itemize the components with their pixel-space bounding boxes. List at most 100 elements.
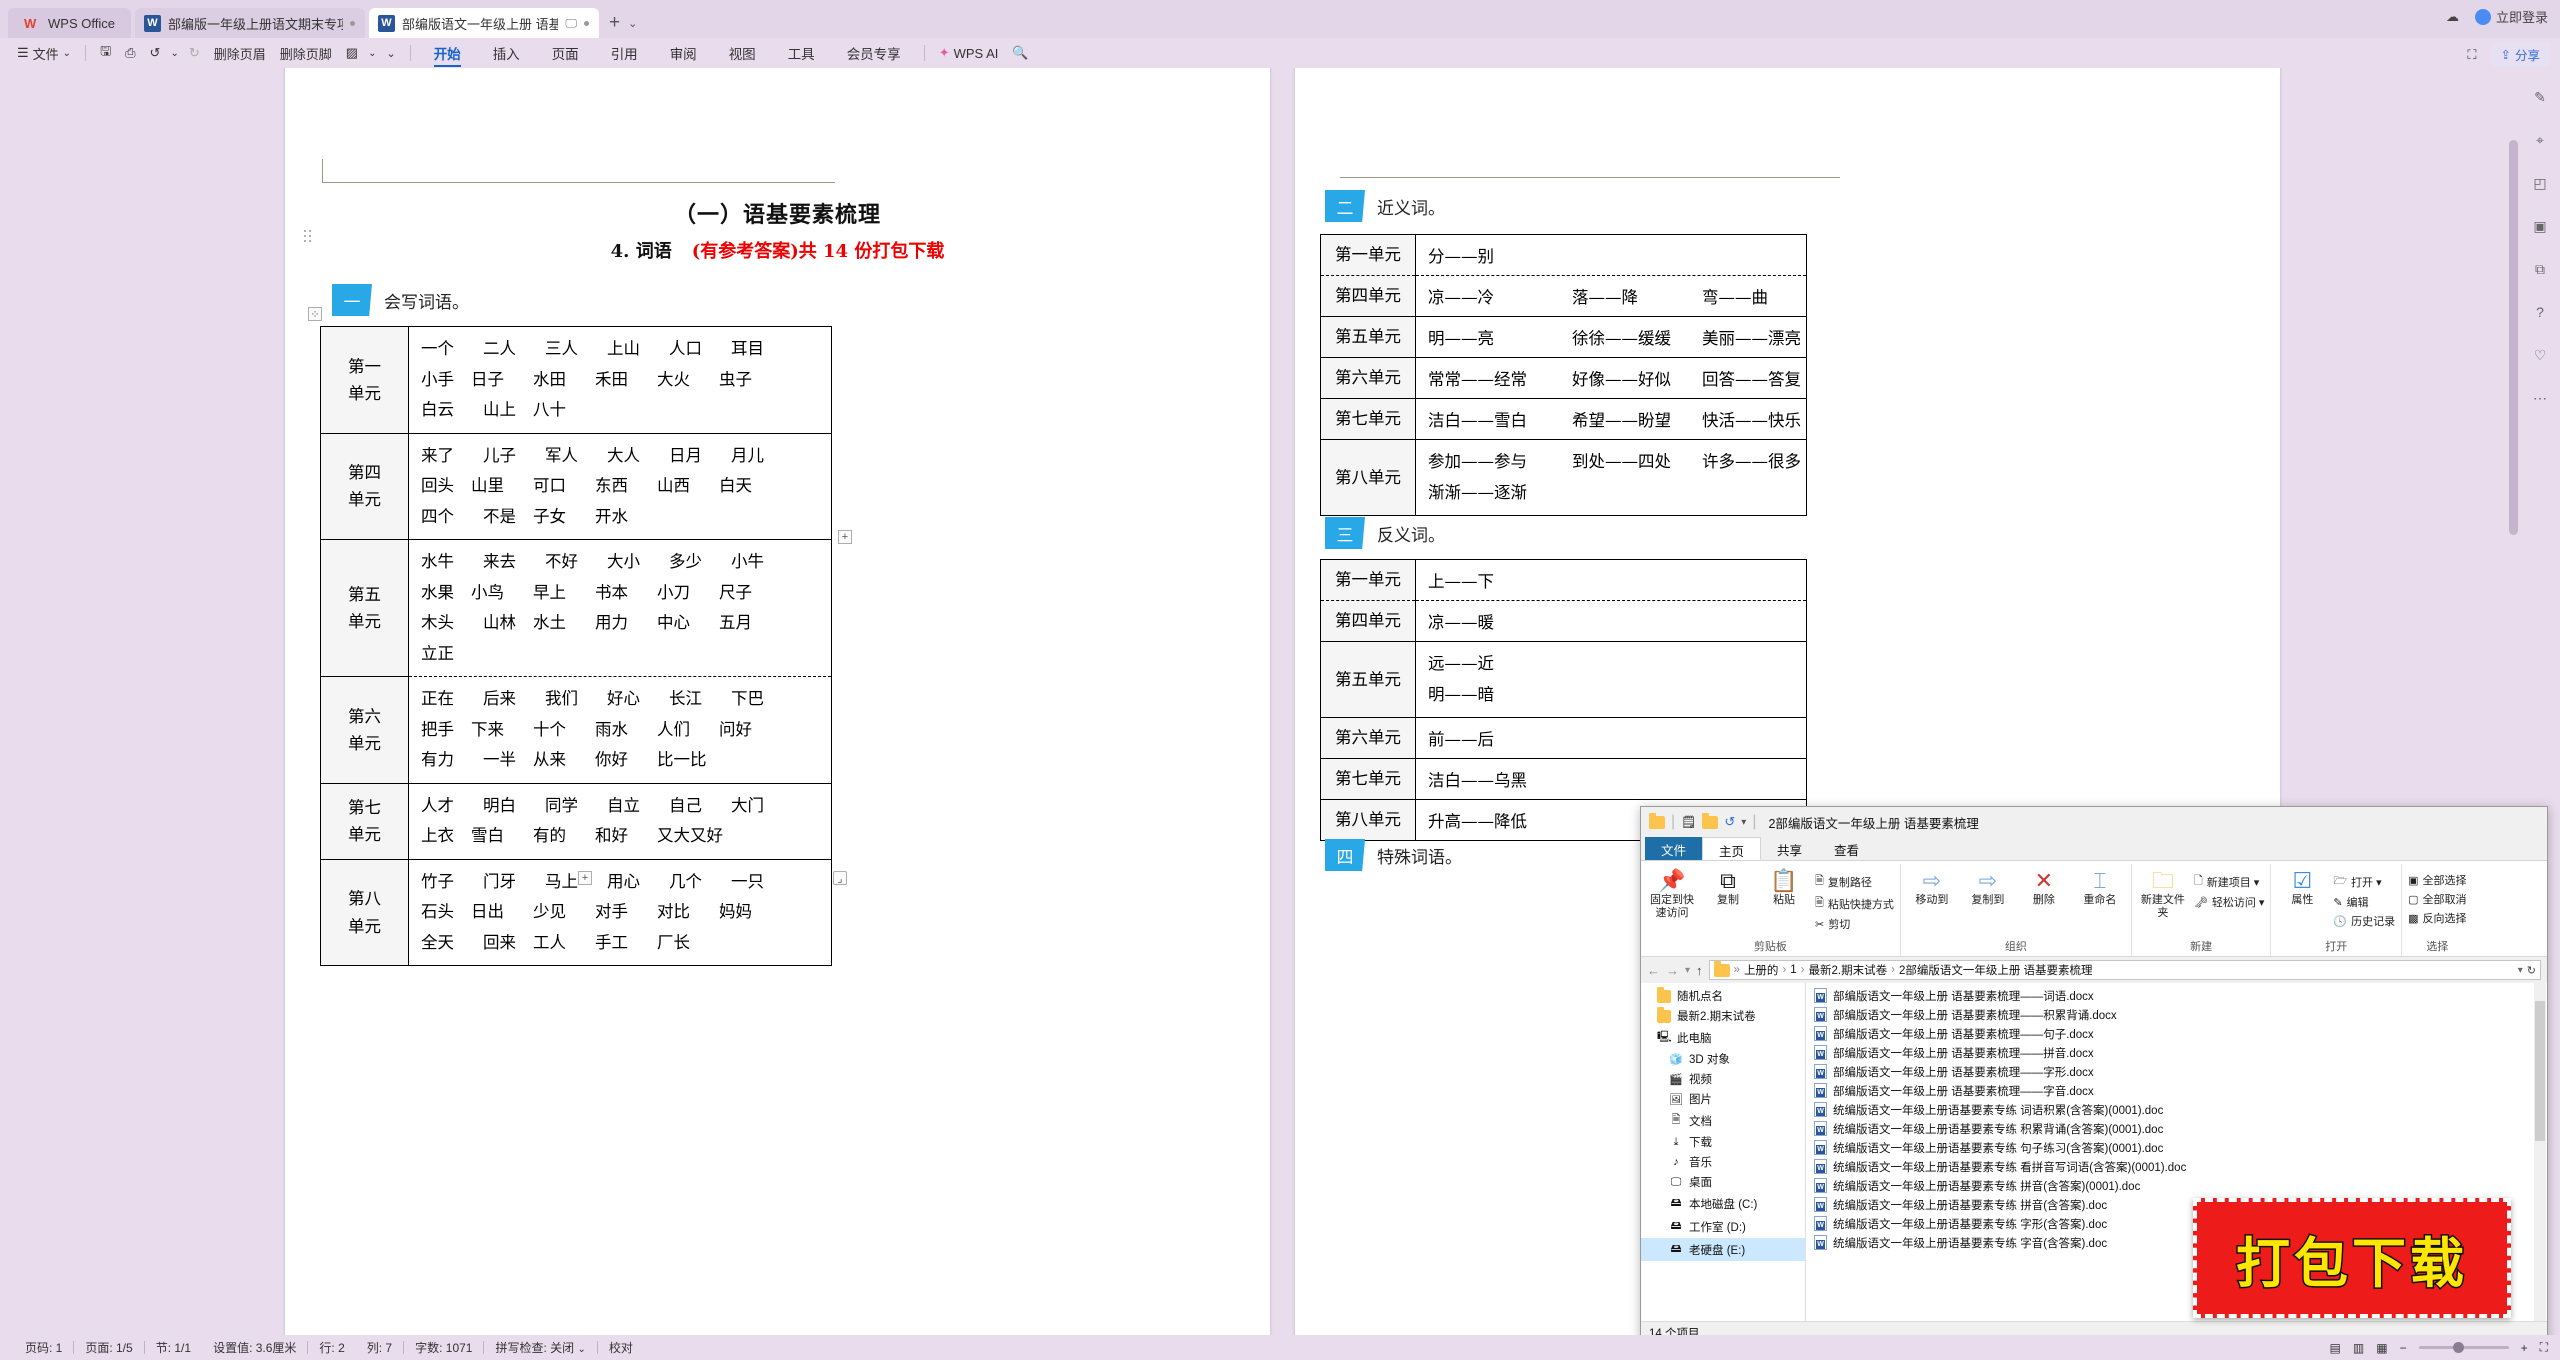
recent-dropdown-icon[interactable]: ▾ [1685, 965, 1690, 976]
list-item[interactable]: 部编版语文一年级上册 语基要素梳理——字音.docx [1806, 1081, 2547, 1100]
select-all-button[interactable]: ▣ 全部选择 [2408, 872, 2466, 888]
zoom-in-icon[interactable]: + [2521, 1341, 2528, 1355]
more-quick-tools-icon[interactable]: ⌄ [379, 41, 402, 65]
table-row[interactable]: 第八 单元 竹子 门牙 马上 用心 几个 一只石头 日出 少见 对手 对比 妈妈全天 回来 工人 手工 厂长 [320, 858, 832, 967]
copy-button[interactable]: ⧉ 复制 [1703, 868, 1753, 907]
list-item[interactable]: 统编版语文一年级上册语基要素专练 句子练习(含答案)(0001).doc [1806, 1138, 2547, 1157]
shapes-icon[interactable]: ◰ [2529, 172, 2551, 194]
list-item[interactable]: 统编版语文一年级上册语基要素专练 词语积累(含答案)(0001).doc [1806, 1100, 2547, 1119]
nav-item-8[interactable]: ♪ 音乐 [1641, 1152, 1805, 1172]
print-icon[interactable]: ⎙ [118, 41, 142, 65]
nav-item-11[interactable]: 🖴 工作室 (D:) [1641, 1215, 1805, 1238]
menu-tab-view[interactable]: 视图 [713, 39, 772, 67]
pairs-cell[interactable]: 前——后 [1415, 717, 1807, 760]
up-icon[interactable]: ↑ [1696, 963, 1703, 978]
address-dropdown-icon[interactable]: ▾ [2518, 965, 2523, 976]
table-add-column-button[interactable]: + [838, 530, 852, 544]
nav-item-4[interactable]: 🎬 视频 [1641, 1069, 1805, 1089]
menu-tab-start[interactable]: 开始 [418, 39, 477, 67]
nav-item-5[interactable]: 🖼 图片 [1641, 1089, 1805, 1109]
menu-tab-tools[interactable]: 工具 [772, 39, 831, 67]
antonym-table[interactable]: 第一单元 上——下 第四单元 凉——暖 第五单元 远——近明——暗 第六单元 前… [1320, 559, 1807, 842]
undo-icon[interactable]: ↺ [1724, 814, 1735, 830]
more-icon[interactable]: ⋯ [2529, 387, 2551, 409]
feedback-icon[interactable]: ♡ [2529, 344, 2551, 366]
zoom-slider[interactable] [2418, 1342, 2509, 1353]
breadcrumb-item-3[interactable]: 2部编版语文一年级上册 语基要素梳理 [1899, 962, 2093, 978]
rename-button[interactable]: ⌶ 重命名 [2075, 868, 2125, 907]
properties-icon[interactable]: 🗒 [1681, 815, 1696, 829]
image-icon[interactable]: ▣ [2529, 215, 2551, 237]
new-tab-button[interactable]: + ⌄ [599, 8, 647, 38]
list-item[interactable]: 部编版语文一年级上册 语基要素梳理——字形.docx [1806, 1062, 2547, 1081]
pairs-cell[interactable]: 远——近明——暗 [1415, 640, 1807, 719]
zoom-slider-knob[interactable] [2452, 1342, 2464, 1353]
list-item[interactable]: 统编版语文一年级上册语基要素专练 拼音(含答案)(0001).doc [1806, 1176, 2547, 1195]
pairs-cell[interactable]: 洁白——乌黑 [1415, 758, 1807, 801]
breadcrumb-item-0[interactable]: 上册的 [1744, 962, 1779, 978]
words-cell[interactable]: 水牛 来去 不好 大小 多少 小牛水果 小鸟 早上 书本 小刀 尺子木头 山林 水土 用力 中心 五月立正 [408, 539, 832, 678]
view-print-layout-icon[interactable]: ▤ [2330, 1341, 2341, 1355]
table-move-handle[interactable]: ⁘ [308, 307, 322, 321]
nav-item-0[interactable]: 随机点名 [1641, 986, 1805, 1006]
nav-item-12[interactable]: 🖴 老硬盘 (E:) [1641, 1238, 1805, 1261]
new-item-button[interactable]: 🗋 新建项目 ▾ [2194, 872, 2265, 891]
pairs-cell[interactable]: 凉——冷 落——降 弯——曲 [1415, 275, 1807, 317]
write-words-table[interactable]: 第一 单元 一个 二人 三人 上山 人口 耳目小手 日子 水田 禾田 大火 虫子白云 山上 八十 第四 … [320, 326, 832, 967]
easy-access-button[interactable]: 🗝 轻松访问 ▾ [2194, 894, 2265, 910]
remove-footer-button[interactable]: 删除页脚 [273, 41, 339, 65]
forward-icon[interactable]: → [1666, 963, 1679, 978]
pairs-cell[interactable]: 常常——经常 好像——好似 回答——答复 [1415, 357, 1807, 399]
menu-tab-insert[interactable]: 插入 [477, 39, 536, 67]
menu-tab-review[interactable]: 审阅 [654, 39, 713, 67]
help-icon[interactable]: ? [2529, 301, 2551, 323]
status-word-count[interactable]: 字数: 1071 [404, 1339, 483, 1356]
words-cell[interactable]: 竹子 门牙 马上 用心 几个 一只石头 日出 少见 对手 对比 妈妈全天 回来 工人 手工 厂长 [408, 858, 832, 967]
table-add-row-button[interactable]: + [578, 871, 592, 885]
table-resize-handle[interactable]: ⌟ [833, 871, 847, 885]
table-row[interactable]: 第六单元 前——后 [1320, 717, 1807, 760]
table-row[interactable]: 第六单元 常常——经常 好像——好似 回答——答复 [1320, 357, 1807, 399]
wps-office-home-button[interactable]: W WPS Office [8, 8, 131, 38]
table-row[interactable]: 第五单元 明——亮 徐徐——缓缓 美丽——漂亮 [1320, 316, 1807, 358]
file-list-scrollbar[interactable] [2534, 983, 2546, 1321]
table-row[interactable]: 第一单元 分——别 [1320, 234, 1807, 276]
table-row[interactable]: 第四单元 凉——暖 [1320, 600, 1807, 642]
pairs-cell[interactable]: 参加——参与 到处——四处 许多——很多渐渐——逐渐 [1415, 438, 1807, 517]
breadcrumb-item-2[interactable]: 最新2.期末试卷 [1809, 962, 1888, 978]
copy-path-button[interactable]: 🗎 复制路径 [1815, 872, 1894, 891]
edit-button[interactable]: ✎ 编辑 [2333, 894, 2395, 910]
explorer-tab-view[interactable]: 查看 [1818, 837, 1875, 860]
cursor-icon[interactable]: ⌖ [2529, 129, 2551, 151]
move-to-button[interactable]: ⇨ 移动到 [1907, 868, 1957, 907]
properties-button[interactable]: ☑ 属性 [2277, 868, 2327, 907]
table-row[interactable]: 第一 单元 一个 二人 三人 上山 人口 耳目小手 日子 水田 禾田 大火 虫子白云 山上 八十 [320, 326, 832, 434]
words-cell[interactable]: 人才 明白 同学 自立 自己 大门上衣 雪白 有的 和好 又大又好 [408, 782, 832, 860]
copy-to-button[interactable]: ⇨ 复制到 [1963, 868, 2013, 907]
words-cell[interactable]: 正在 后来 我们 好心 长江 下巴把手 下来 十个 雨水 人们 问好有力 一半 从来 你好 比一比 [408, 676, 832, 784]
nav-item-7[interactable]: ⤓ 下载 [1641, 1132, 1805, 1152]
address-breadcrumb[interactable]: » 上册的 › 1 › 最新2.期末试卷 › 2部编版语文一年级上册 语基要素梳… [1708, 960, 2541, 980]
menu-tab-reference[interactable]: 引用 [595, 39, 654, 67]
wps-ai-button[interactable]: ✦ WPS AI [932, 41, 1006, 65]
delete-button[interactable]: ✕ 删除 [2019, 868, 2069, 907]
menu-tab-member[interactable]: 会员专享 [831, 39, 917, 67]
table-row[interactable]: 第四单元 凉——冷 落——降 弯——曲 [1320, 275, 1807, 317]
table-row[interactable]: 第七单元 洁白——乌黑 [1320, 758, 1807, 801]
file-menu-button[interactable]: ☰ 文件 ⌄ [10, 41, 78, 65]
synonym-table[interactable]: 第一单元 分——别 第四单元 凉——冷 落——降 弯——曲 第五单元 明——亮 徐徐—… [1320, 234, 1807, 517]
status-proofread[interactable]: 校对 [598, 1339, 644, 1356]
undo-dropdown-icon[interactable]: ⌄ [167, 41, 181, 65]
new-folder-icon[interactable] [1702, 812, 1719, 829]
chevron-down-icon[interactable]: ⌄ [628, 17, 637, 30]
cut-button[interactable]: ✂ 剪切 [1815, 916, 1894, 932]
share-button[interactable]: ⇪ 分享 [2490, 42, 2550, 67]
list-item[interactable]: 部编版语文一年级上册 语基要素梳理——积累背诵.docx [1806, 1005, 2547, 1024]
table-row[interactable]: 第七 单元 人才 明白 同学 自立 自己 大门上衣 雪白 有的 和好 又大又好 [320, 782, 832, 860]
table-row[interactable]: 第八单元 参加——参与 到处——四处 许多——很多渐渐——逐渐 [1320, 438, 1807, 517]
table-row[interactable]: 第七单元 洁白——雪白 希望——盼望 快活——快乐 [1320, 398, 1807, 440]
table-row[interactable]: 第六 单元 正在 后来 我们 好心 长江 下巴把手 下来 十个 雨水 人们 问好有力 一半 从来 你好 比一… [320, 676, 832, 784]
pairs-cell[interactable]: 上——下 [1415, 559, 1807, 601]
pairs-cell[interactable]: 洁白——雪白 希望——盼望 快活——快乐 [1415, 398, 1807, 440]
view-outline-icon[interactable]: ▦ [2376, 1341, 2387, 1355]
